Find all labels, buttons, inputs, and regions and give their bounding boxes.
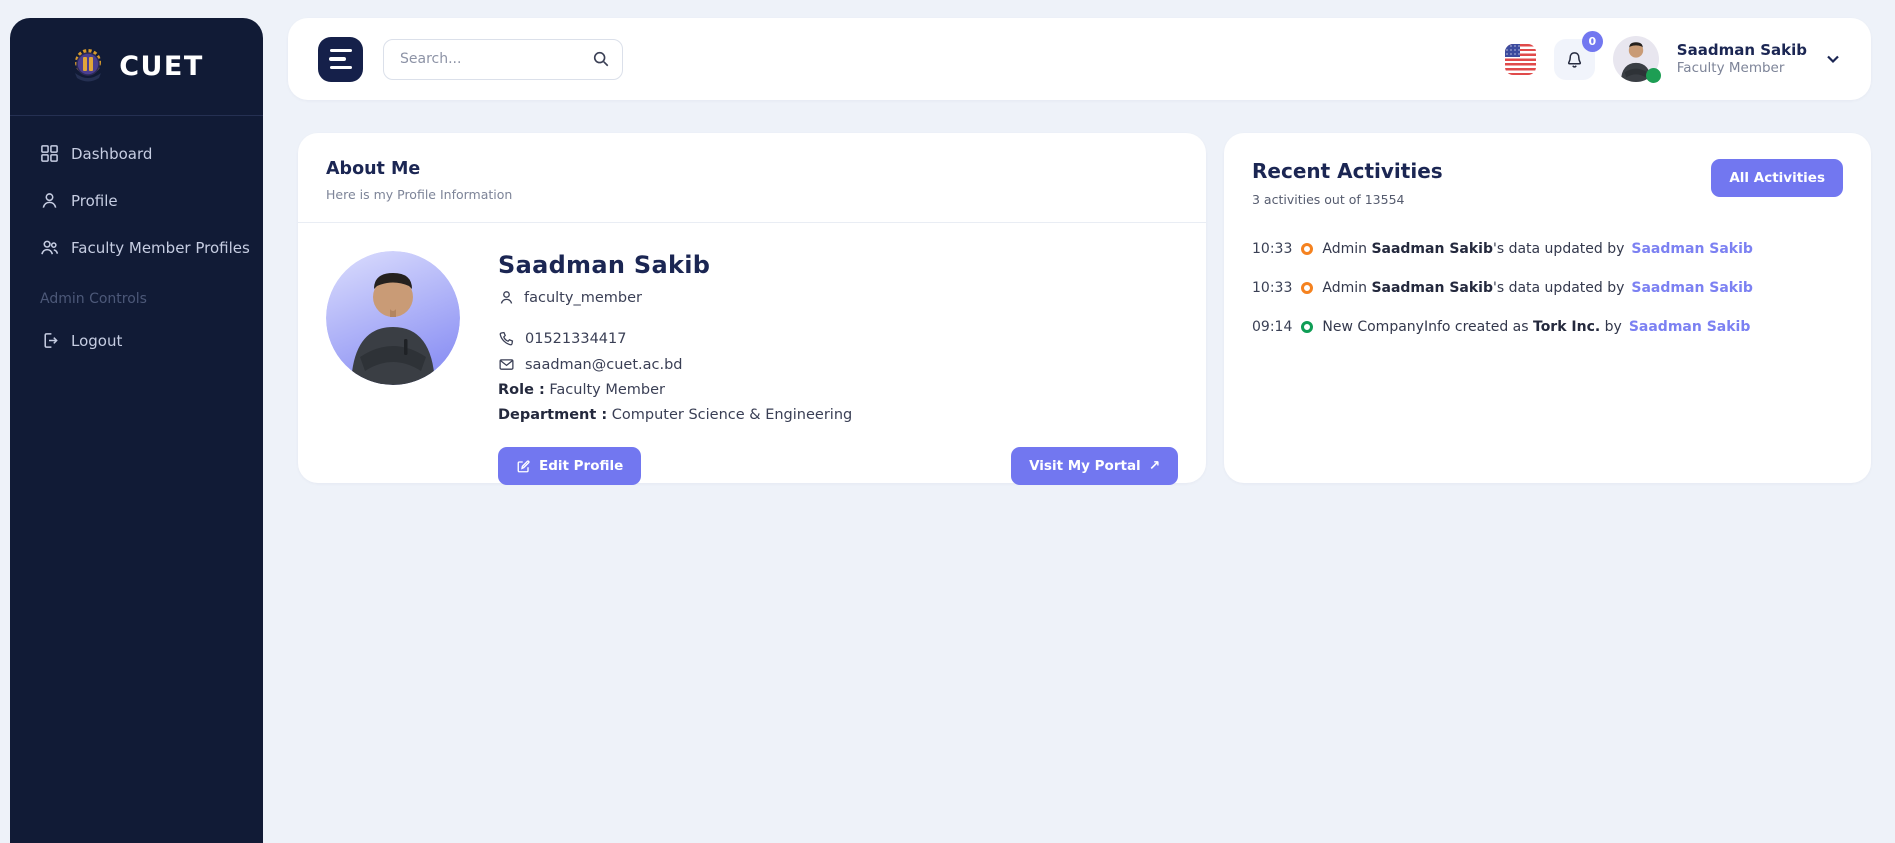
visit-portal-button[interactable]: Visit My Portal ↗: [1011, 447, 1178, 485]
user-avatar[interactable]: [1613, 36, 1659, 82]
profile-username: faculty_member: [524, 290, 642, 306]
activity-user-link[interactable]: Saadman Sakib: [1631, 241, 1753, 257]
activity-text: Admin Saadman Sakib's data updated by: [1322, 280, 1624, 296]
cuet-emblem-icon: [69, 47, 107, 87]
activity-user-link[interactable]: Saadman Sakib: [1629, 319, 1751, 335]
profile-email: saadman@cuet.ac.bd: [525, 357, 682, 373]
activity-text: New CompanyInfo created as Tork Inc. by: [1322, 319, 1621, 335]
activity-user-link[interactable]: Saadman Sakib: [1631, 280, 1753, 296]
recent-activities-card: Recent Activities 3 activities out of 13…: [1224, 133, 1871, 483]
arrow-up-right-icon: ↗: [1149, 458, 1160, 474]
edit-profile-label: Edit Profile: [539, 458, 623, 474]
user-name: Saadman Sakib: [1677, 41, 1807, 60]
sidebar-item-label: Dashboard: [71, 145, 152, 163]
activity-list: 10:33 Admin Saadman Sakib's data updated…: [1252, 241, 1843, 335]
logout-icon: [40, 331, 59, 350]
profile-role-line: Role : Faculty Member: [498, 382, 1178, 398]
notification-count-badge: 0: [1582, 31, 1603, 52]
user-role: Faculty Member: [1677, 60, 1807, 77]
update-ring-icon: [1301, 243, 1313, 255]
profile-photo: [326, 251, 460, 385]
user-menu[interactable]: Saadman Sakib Faculty Member: [1677, 41, 1807, 77]
mail-icon: [498, 356, 515, 373]
activities-title: Recent Activities: [1252, 159, 1443, 183]
activity-row: 10:33 Admin Saadman Sakib's data updated…: [1252, 241, 1843, 257]
all-activities-label: All Activities: [1729, 170, 1825, 186]
activity-time: 10:33: [1252, 280, 1292, 296]
sidebar: CUET Dashboard Profile: [10, 18, 263, 843]
role-label: Role :: [498, 382, 545, 398]
dashboard-grid-icon: [40, 144, 59, 163]
sidebar-item-faculty-member-profiles[interactable]: Faculty Member Profiles: [40, 238, 263, 257]
search-input[interactable]: [383, 39, 623, 80]
activity-row: 09:14 New CompanyInfo created as Tork In…: [1252, 319, 1843, 335]
people-icon: [40, 238, 59, 257]
logo-text: CUET: [119, 51, 204, 82]
profile-name: Saadman Sakib: [498, 251, 1178, 279]
sidebar-item-label: Faculty Member Profiles: [71, 239, 250, 257]
activity-time: 09:14: [1252, 319, 1292, 335]
person-icon: [498, 289, 515, 306]
activities-subtitle: 3 activities out of 13554: [1252, 192, 1443, 207]
bell-icon: [1565, 50, 1584, 69]
about-me-title: About Me: [326, 159, 1178, 179]
phone-icon: [498, 330, 515, 347]
person-icon: [40, 191, 59, 210]
profile-department-line: Department : Computer Science & Engineer…: [498, 407, 1178, 423]
department-value: Computer Science & Engineering: [612, 407, 852, 423]
visit-portal-label: Visit My Portal: [1029, 458, 1141, 474]
create-ring-icon: [1301, 321, 1313, 333]
edit-pencil-icon: [516, 459, 531, 474]
language-flag-us-icon[interactable]: [1505, 44, 1536, 75]
app-logo: CUET: [10, 18, 263, 116]
department-label: Department :: [498, 407, 607, 423]
search-icon[interactable]: [592, 50, 610, 68]
about-me-subtitle: Here is my Profile Information: [326, 187, 1178, 202]
sidebar-item-label: Profile: [71, 192, 118, 210]
menu-toggle-button[interactable]: [318, 37, 363, 82]
sidebar-section-admin-controls: Admin Controls: [40, 291, 263, 307]
profile-phone: 01521334417: [525, 331, 626, 347]
role-value: Faculty Member: [549, 382, 665, 398]
sidebar-item-logout[interactable]: Logout: [40, 331, 263, 350]
notifications-button[interactable]: 0: [1554, 39, 1595, 80]
online-status-dot: [1646, 68, 1661, 83]
sidebar-item-dashboard[interactable]: Dashboard: [40, 144, 263, 163]
edit-profile-button[interactable]: Edit Profile: [498, 447, 641, 485]
activity-text: Admin Saadman Sakib's data updated by: [1322, 241, 1624, 257]
activity-row: 10:33 Admin Saadman Sakib's data updated…: [1252, 280, 1843, 296]
sidebar-item-profile[interactable]: Profile: [40, 191, 263, 210]
flag-canton: [1505, 44, 1520, 57]
sidebar-item-label: Logout: [71, 332, 122, 350]
update-ring-icon: [1301, 282, 1313, 294]
top-header: 0 Saadman Sakib Faculty Member: [288, 18, 1871, 100]
activity-time: 10:33: [1252, 241, 1292, 257]
all-activities-button[interactable]: All Activities: [1711, 159, 1843, 197]
chevron-down-icon[interactable]: [1825, 51, 1841, 67]
about-me-card: About Me Here is my Profile Information: [298, 133, 1206, 483]
